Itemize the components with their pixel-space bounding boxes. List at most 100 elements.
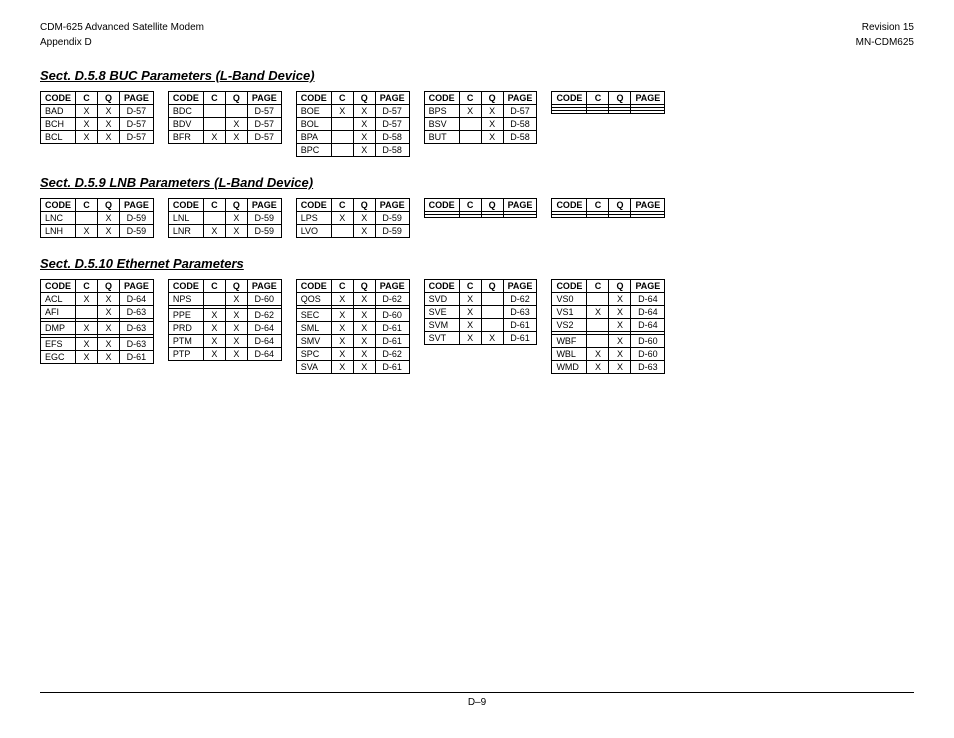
code-table: CODECQPAGE [551, 198, 665, 218]
value-cell [503, 215, 537, 218]
section-buc: Sect. D.5.8 BUC Parameters (L-Band Devic… [40, 68, 914, 157]
code-cell: PTM [168, 335, 203, 348]
value-cell: D-59 [247, 225, 281, 238]
col-header: Q [609, 92, 631, 105]
value-cell: X [203, 322, 225, 335]
table-row: NPSXD-60 [168, 293, 281, 306]
header-right: Revision 15 MN-CDM625 [856, 20, 914, 50]
col-header: CODE [424, 92, 459, 105]
value-cell: X [609, 335, 631, 348]
value-cell: D-58 [503, 118, 537, 131]
value-cell: D-63 [120, 306, 154, 319]
table-row: BOEXXD-57 [296, 105, 409, 118]
col-header: CODE [41, 199, 76, 212]
col-header: Q [225, 92, 247, 105]
value-cell: X [609, 348, 631, 361]
code-cell: SVM [424, 319, 459, 332]
code-table: CODECQPAGEBADXXD-57BCHXXD-57BCLXXD-57 [40, 91, 154, 144]
table-row: VS0XD-64 [552, 293, 665, 306]
value-cell [203, 212, 225, 225]
col-header: CODE [424, 199, 459, 212]
value-cell: D-59 [120, 212, 154, 225]
col-header: Q [225, 199, 247, 212]
value-cell [587, 111, 609, 114]
value-cell: D-63 [503, 306, 537, 319]
value-cell: X [98, 225, 120, 238]
table-row: VS2XD-64 [552, 319, 665, 332]
code-cell: SPC [296, 348, 331, 361]
value-cell: D-58 [375, 131, 409, 144]
section-ethernet: Sect. D.5.10 Ethernet ParametersCODECQPA… [40, 256, 914, 374]
code-cell: PRD [168, 322, 203, 335]
value-cell: X [203, 335, 225, 348]
value-cell [631, 215, 665, 218]
table-row: WMDXXD-63 [552, 361, 665, 374]
table-row: BPAXD-58 [296, 131, 409, 144]
value-cell: X [203, 309, 225, 322]
code-cell: PTP [168, 348, 203, 361]
col-header: C [459, 92, 481, 105]
value-cell: D-61 [375, 335, 409, 348]
col-header: PAGE [631, 199, 665, 212]
value-cell: X [225, 348, 247, 361]
value-cell [76, 306, 98, 319]
tables-row: CODECQPAGEACLXXD-64AFIXD-63DMPXXD-63EFSX… [40, 279, 914, 374]
value-cell: X [203, 131, 225, 144]
code-table: CODECQPAGE [551, 91, 665, 114]
col-header: CODE [168, 199, 203, 212]
value-cell: X [481, 131, 503, 144]
value-cell: X [481, 332, 503, 345]
value-cell: X [353, 118, 375, 131]
value-cell: X [76, 351, 98, 364]
col-header: Q [481, 92, 503, 105]
code-table: CODECQPAGEBOEXXD-57BOLXD-57BPAXD-58BPCXD… [296, 91, 410, 157]
value-cell: X [587, 348, 609, 361]
col-header: PAGE [503, 199, 537, 212]
table-row [424, 215, 537, 218]
col-header: CODE [41, 280, 76, 293]
section-title-buc: Sect. D.5.8 BUC Parameters (L-Band Devic… [40, 68, 914, 83]
value-cell [331, 225, 353, 238]
value-cell: X [98, 338, 120, 351]
code-cell: AFI [41, 306, 76, 319]
col-header: C [459, 280, 481, 293]
col-header: PAGE [631, 280, 665, 293]
table-row: BSVXD-58 [424, 118, 537, 131]
table-row: PTPXXD-64 [168, 348, 281, 361]
col-header: Q [353, 92, 375, 105]
value-cell: X [587, 306, 609, 319]
col-header: C [459, 199, 481, 212]
table-row: PRDXXD-64 [168, 322, 281, 335]
value-cell [203, 293, 225, 306]
col-header: CODE [552, 199, 587, 212]
value-cell: X [76, 118, 98, 131]
code-cell: EFS [41, 338, 76, 351]
value-cell [481, 215, 503, 218]
col-header: CODE [424, 280, 459, 293]
value-cell: X [98, 118, 120, 131]
value-cell: D-62 [375, 293, 409, 306]
value-cell: X [98, 212, 120, 225]
code-table: CODECQPAGEBPSXXD-57BSVXD-58BUTXD-58 [424, 91, 538, 144]
table-row: BDCD-57 [168, 105, 281, 118]
col-header: PAGE [247, 199, 281, 212]
value-cell: D-64 [631, 306, 665, 319]
value-cell: D-62 [375, 348, 409, 361]
value-cell: X [98, 293, 120, 306]
value-cell: X [459, 293, 481, 306]
col-header: Q [609, 280, 631, 293]
value-cell: X [225, 212, 247, 225]
code-cell: WMD [552, 361, 587, 374]
value-cell: X [353, 144, 375, 157]
value-cell: X [225, 293, 247, 306]
col-header: C [203, 199, 225, 212]
code-cell: WBL [552, 348, 587, 361]
value-cell: X [353, 309, 375, 322]
col-header: C [76, 280, 98, 293]
value-cell: D-57 [375, 105, 409, 118]
col-header: Q [353, 280, 375, 293]
value-cell: X [76, 225, 98, 238]
code-cell: SVT [424, 332, 459, 345]
col-header: C [331, 199, 353, 212]
value-cell: X [331, 335, 353, 348]
